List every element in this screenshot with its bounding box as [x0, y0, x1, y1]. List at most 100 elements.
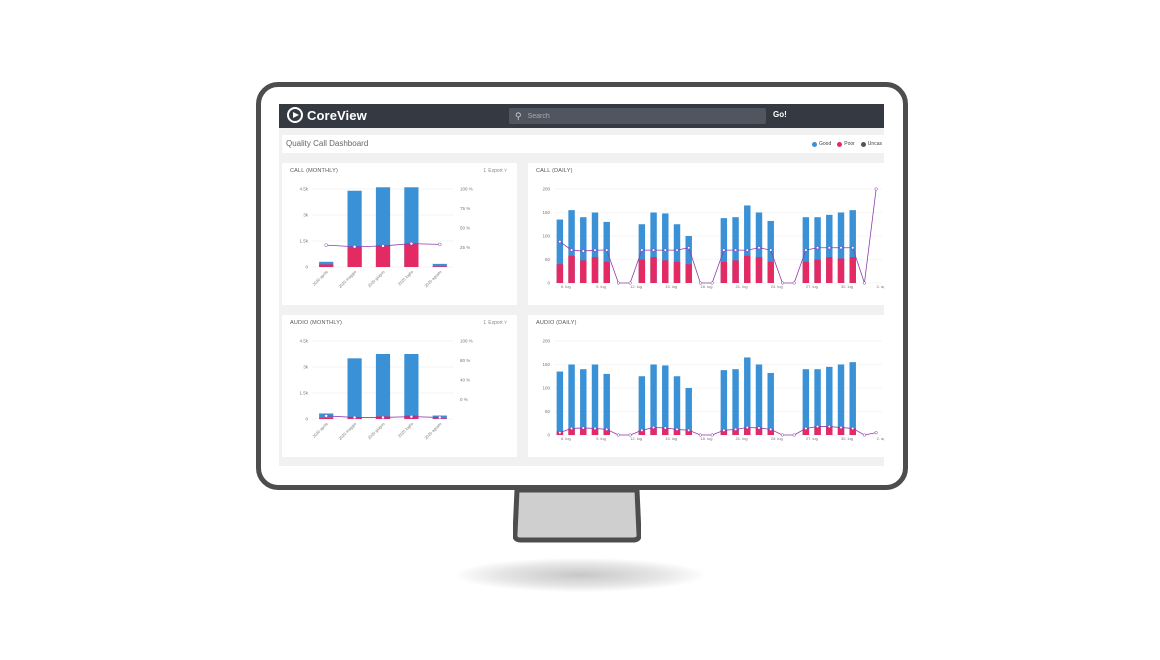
- bar-poor: [720, 261, 728, 283]
- y-tick-label: 0: [305, 417, 308, 422]
- bar-good: [591, 364, 599, 435]
- audio-monthly-panel: AUDIO (MONTHLY) ↧ Export ˅ 0 1.5k 3k 4.5k 0 …: [282, 315, 517, 457]
- poor-percent-point: [827, 424, 831, 429]
- x-tick-label: 18. lug: [700, 284, 712, 289]
- x-tick-label: 12. lug: [630, 436, 642, 441]
- bar-poor: [837, 258, 845, 283]
- bar-poor: [556, 264, 564, 283]
- coreview-logo-icon: [287, 107, 303, 123]
- bar-poor: [638, 259, 646, 283]
- poor-percent-point: [570, 426, 574, 430]
- bar-poor: [650, 257, 657, 283]
- bar-poor: [319, 417, 334, 419]
- y-tick-label: 100: [542, 386, 550, 391]
- bar-good: [720, 370, 728, 435]
- poor-percent-point: [324, 414, 328, 418]
- poor-percent-point: [640, 248, 644, 252]
- x-tick-label: 24. lug: [771, 436, 783, 441]
- poor-percent-point: [862, 281, 866, 285]
- bar-good: [744, 357, 751, 435]
- poor-percent-point: [652, 248, 656, 252]
- bar-good: [404, 354, 419, 419]
- x-tick-label: 2020 aprile: [311, 269, 329, 287]
- poor-percent-point: [874, 431, 878, 435]
- x-tick-label: 2020 agosto: [423, 269, 443, 289]
- x-tick-label: 27. lug: [806, 284, 818, 289]
- poor-percent-point: [640, 428, 644, 432]
- legend-swatch-uncas: [860, 141, 866, 147]
- bar-poor: [591, 257, 599, 283]
- x-tick-label: 9. lug: [596, 436, 606, 441]
- bar-good: [685, 388, 692, 435]
- bar-poor: [432, 266, 447, 267]
- y2-tick-label: 100 %: [460, 339, 473, 344]
- poor-percent-point: [409, 241, 414, 246]
- bar-good: [802, 369, 810, 435]
- bar-poor: [375, 245, 391, 267]
- bar-good: [755, 364, 763, 435]
- poor-percent-point: [352, 415, 357, 420]
- poor-percent-point: [722, 428, 726, 432]
- search-input[interactable]: [527, 112, 748, 120]
- bar-good: [837, 364, 845, 435]
- poor-percent-point: [558, 431, 562, 435]
- x-tick-label: 2020 luglio: [397, 269, 415, 287]
- poor-percent-point: [804, 426, 808, 430]
- dashboard-header: Quality Call Dashboard Good Poor Uncas: [282, 135, 884, 153]
- x-tick-label: 30. lug: [841, 284, 853, 289]
- bar-good: [603, 373, 610, 435]
- poor-percent-point: [438, 242, 442, 247]
- bar-poor: [603, 261, 610, 283]
- y-tick-label: 150: [542, 362, 550, 367]
- y-tick-label: 150: [542, 210, 550, 215]
- call-daily-chart: 0 50 100 150 200 6. lug 9. lug 12. lug 15. lug 18…: [542, 187, 884, 290]
- y-tick-label: 50: [545, 257, 551, 262]
- poor-percent-point: [605, 248, 609, 252]
- legend-item-uncas[interactable]: Uncas: [860, 141, 882, 147]
- y-tick-label: 50: [545, 409, 551, 414]
- bar-good: [347, 358, 362, 419]
- y-tick-label: 200: [542, 187, 550, 192]
- poor-percent-point: [874, 187, 878, 191]
- y-tick-label: 0: [547, 281, 550, 286]
- poor-percent-point: [757, 426, 761, 430]
- x-tick-label: 2020 luglio: [397, 421, 415, 439]
- poor-percent-point: [851, 246, 855, 250]
- poor-percent-point: [558, 240, 562, 244]
- poor-percent-point: [769, 427, 773, 431]
- chart-legend: Good Poor Uncas: [812, 141, 882, 147]
- bar-good: [767, 372, 774, 435]
- x-tick-label: 2020 agosto: [423, 421, 443, 441]
- legend-item-good[interactable]: Good: [812, 141, 831, 147]
- y-tick-label: 200: [542, 339, 550, 344]
- x-tick-label: 21. lug: [736, 284, 748, 289]
- legend-label-good: Good: [819, 141, 832, 147]
- legend-swatch-good: [812, 141, 817, 147]
- audio-daily-panel: AUDIO (DAILY) 0 50 100 150 200 6. lug 9. lug 12…: [528, 315, 884, 457]
- poor-percent-point: [792, 433, 796, 437]
- coreview-logo[interactable]: CoreView: [287, 107, 367, 123]
- poor-percent-point: [352, 244, 357, 249]
- bar-poor: [319, 264, 334, 267]
- poor-percent-point: [616, 281, 620, 285]
- poor-percent-point: [745, 425, 749, 430]
- x-tick-label: 2. ago: [877, 436, 884, 441]
- poor-percent-point: [381, 415, 385, 420]
- x-tick-label: 2020 giugno: [367, 421, 387, 441]
- bar-good: [375, 354, 391, 419]
- y2-tick-label: 50 %: [460, 226, 470, 231]
- bar-poor: [802, 261, 810, 283]
- bar-good: [673, 376, 681, 435]
- y-tick-label: 4.5k: [299, 187, 308, 192]
- poor-percent-point: [734, 427, 738, 431]
- poor-percent-point: [663, 248, 667, 252]
- x-tick-label: 2020 maggio: [337, 269, 357, 289]
- y-tick-label: 3k: [303, 365, 309, 370]
- legend-item-poor[interactable]: Poor: [837, 141, 855, 147]
- go-button[interactable]: Go!: [773, 110, 787, 119]
- poor-percent-point: [652, 425, 656, 430]
- poor-percent-point: [851, 426, 855, 430]
- poor-percent-point: [792, 281, 796, 285]
- bar-poor: [849, 257, 856, 283]
- page-title: Quality Call Dashboard: [286, 139, 369, 148]
